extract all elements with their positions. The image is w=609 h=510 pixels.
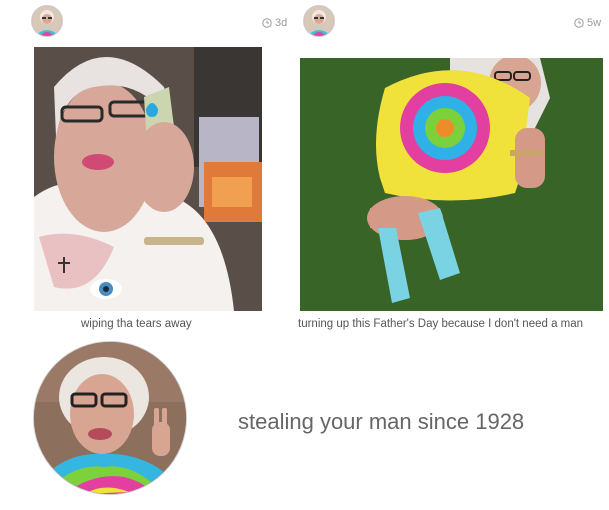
woman-tie-dye-on-grass-photo[interactable] <box>300 58 603 311</box>
clock-icon <box>262 18 272 28</box>
username-redacted <box>343 8 443 34</box>
user-avatar[interactable] <box>303 5 335 37</box>
woman-holding-money-photo[interactable] <box>34 47 262 311</box>
post-caption: turning up this Father's Day because I d… <box>298 318 584 330</box>
timestamp-text: 3d <box>275 17 288 29</box>
post-card-1[interactable]: 3d wiping tha tears away <box>0 0 300 340</box>
post-header: 3d <box>0 0 300 44</box>
post-card-2[interactable]: 5w turning up this Father's Day because … <box>298 0 609 340</box>
profile-bio: stealing your man since 1928 <box>238 409 525 434</box>
clock-icon <box>574 18 584 28</box>
profile-section: stealing your man since 1928 <box>0 332 609 510</box>
username-redacted <box>70 10 165 32</box>
post-timestamp: 5w <box>574 17 601 29</box>
post-timestamp: 3d <box>262 17 287 29</box>
profile-avatar[interactable] <box>33 341 187 495</box>
timestamp-text: 5w <box>587 17 602 29</box>
post-header: 5w <box>298 0 609 44</box>
post-caption: wiping tha tears away <box>81 318 192 330</box>
user-avatar[interactable] <box>31 5 63 37</box>
